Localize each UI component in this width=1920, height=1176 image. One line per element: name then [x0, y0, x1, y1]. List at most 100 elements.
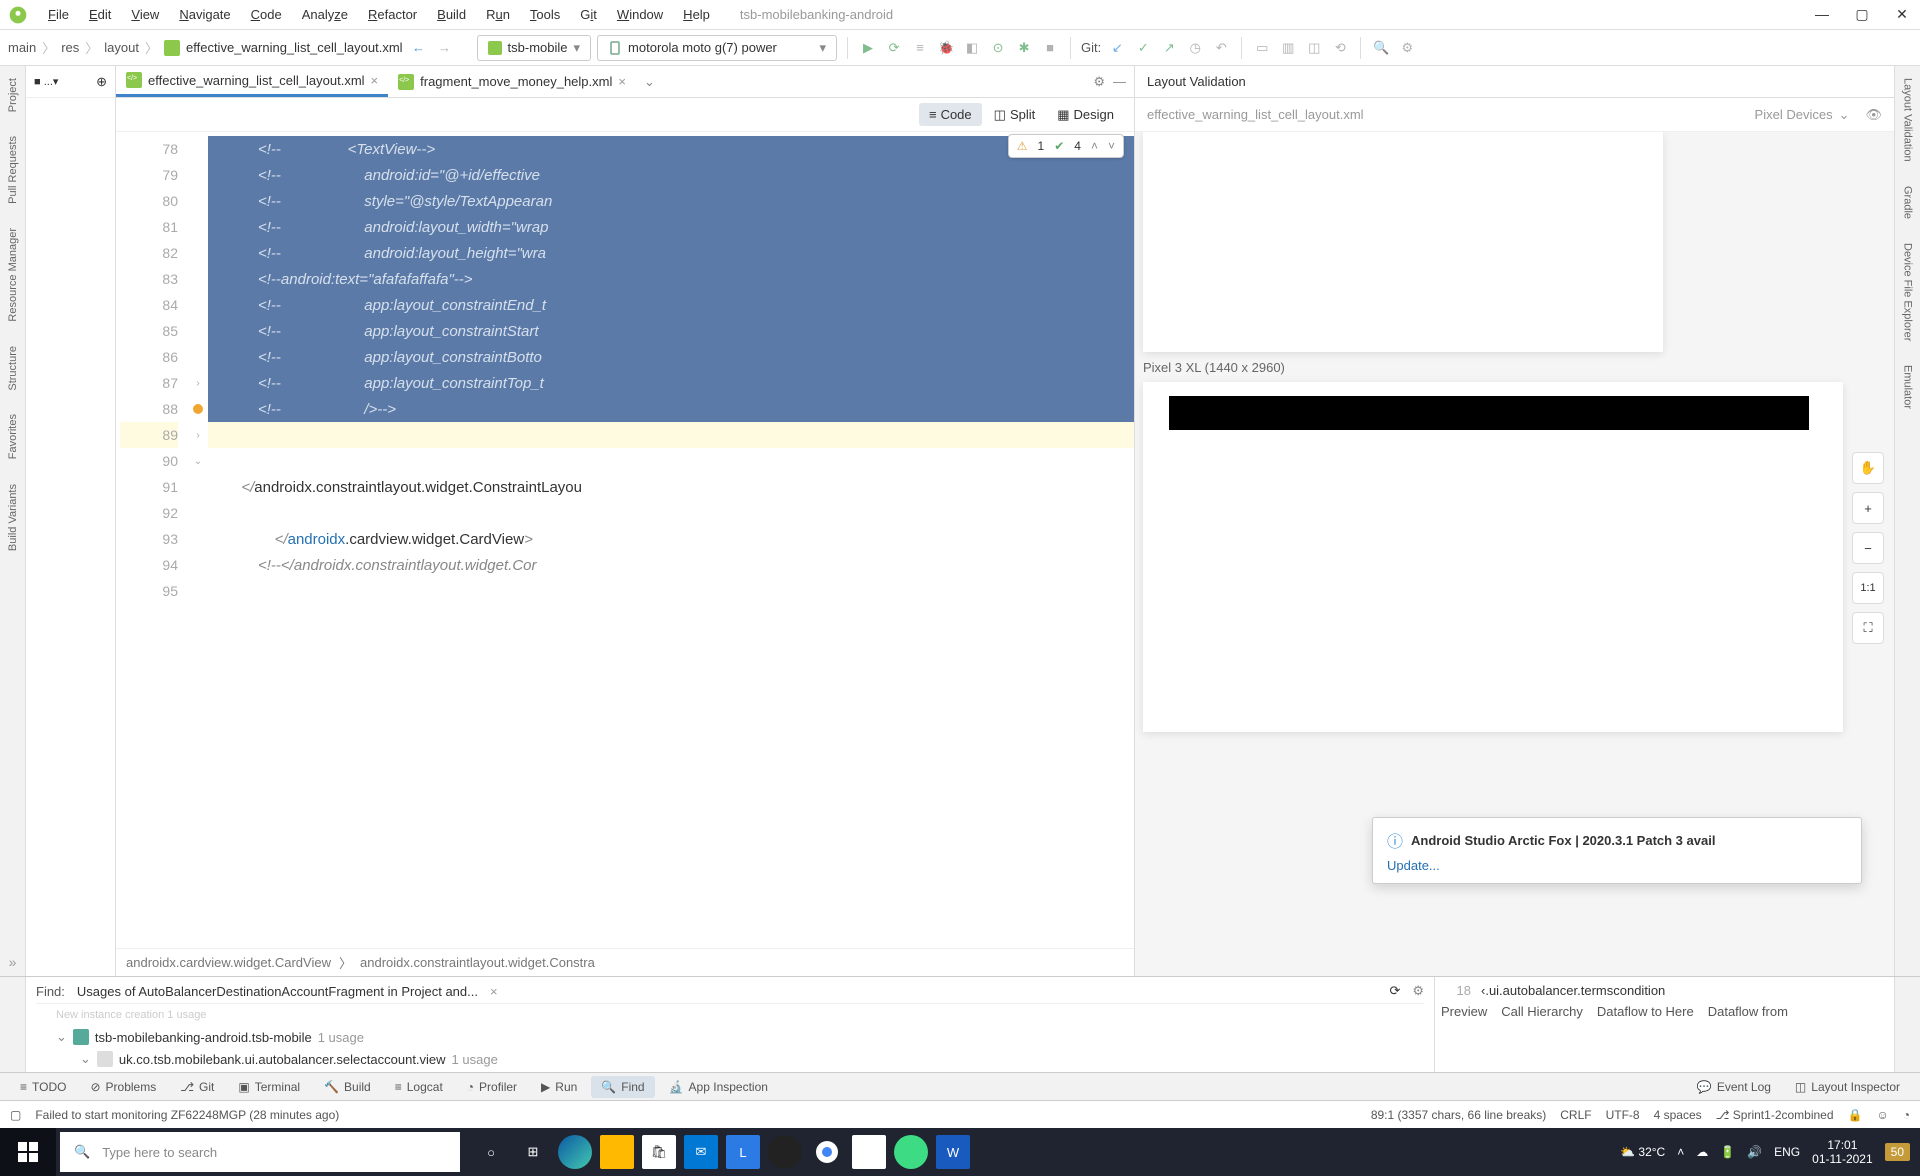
design-view-button[interactable]: ▦ Design [1047, 103, 1124, 127]
nav-forward-button[interactable]: → [435, 38, 455, 58]
git-history-button[interactable]: ◷ [1185, 38, 1205, 58]
fold-gutter[interactable]: ››⌄ [188, 132, 208, 948]
menu-edit[interactable]: Edit [79, 3, 121, 26]
explorer-icon[interactable] [600, 1135, 634, 1169]
pan-button[interactable]: ✋ [1852, 452, 1884, 484]
sdk-manager-button[interactable]: ▥ [1278, 38, 1298, 58]
cortana-icon[interactable]: ○ [474, 1135, 508, 1169]
memory-indicator[interactable]: ◔ [1903, 1108, 1910, 1122]
code-editor[interactable]: 787980818283848586878889909192939495 ››⌄… [116, 132, 1134, 948]
structure-breadcrumb[interactable]: androidx.cardview.widget.CardView 〉 andr… [116, 948, 1134, 976]
tool-pull-requests[interactable]: Pull Requests [7, 132, 19, 208]
tab-list-dropdown[interactable]: ⌄ [636, 74, 663, 90]
webex-icon[interactable] [768, 1135, 802, 1169]
search-everywhere-button[interactable]: 🔍 [1371, 38, 1391, 58]
onedrive-icon[interactable]: ☁ [1696, 1145, 1708, 1159]
inspection-widget[interactable]: ⚠1 ✔4 ˄˅ [1008, 134, 1124, 158]
menu-analyze[interactable]: Analyze [292, 3, 358, 26]
locate-file-button[interactable]: ⊕ [96, 74, 107, 90]
task-view-icon[interactable]: ⊞ [516, 1135, 550, 1169]
menu-help[interactable]: Help [673, 3, 720, 26]
apply-changes-button[interactable]: ⟳ [884, 38, 904, 58]
minimize-button[interactable]: — [1812, 6, 1832, 23]
git-commit-button[interactable]: ✓ [1133, 38, 1153, 58]
bc-layout[interactable]: layout [104, 40, 139, 55]
tool-project[interactable]: Project [7, 74, 19, 116]
weather-widget[interactable]: ⛅ 32°C [1620, 1145, 1665, 1159]
volume-icon[interactable]: 🔊 [1747, 1145, 1762, 1159]
todo-tab[interactable]: ≡ TODO [10, 1076, 76, 1098]
close-find-icon[interactable]: × [490, 984, 498, 999]
language-indicator[interactable]: ENG [1774, 1145, 1800, 1159]
run-config-dropdown[interactable]: tsb-mobile ▾ [477, 35, 592, 61]
smiley-icon[interactable]: ☺ [1876, 1108, 1888, 1122]
attach-debugger-button[interactable]: ✱ [1014, 38, 1034, 58]
store-icon[interactable]: 🛍 [642, 1135, 676, 1169]
pixel-devices-dropdown[interactable]: Pixel Devices ⌄ [1755, 107, 1850, 123]
close-window-button[interactable]: ✕ [1892, 6, 1912, 23]
preview-tab[interactable]: Preview [1441, 1004, 1487, 1019]
word-icon[interactable]: W [936, 1135, 970, 1169]
profiler-tab[interactable]: ◔ Profiler [457, 1076, 527, 1098]
lock-icon[interactable]: 🔒 [1848, 1108, 1863, 1122]
find-settings-icon[interactable]: ⚙ [1412, 983, 1424, 999]
dataflow-to-tab[interactable]: Dataflow to Here [1597, 1004, 1694, 1019]
editor-settings-icon[interactable]: ⚙ [1093, 74, 1105, 90]
git-push-button[interactable]: ↗ [1159, 38, 1179, 58]
menu-window[interactable]: Window [607, 3, 673, 26]
menu-run[interactable]: Run [476, 3, 520, 26]
device-preview-2[interactable] [1143, 382, 1843, 732]
terminal-tab[interactable]: ▣ Terminal [228, 1076, 310, 1098]
tool-build-variants[interactable]: Build Variants [7, 480, 19, 555]
battery-icon[interactable]: 🔋 [1720, 1145, 1735, 1159]
update-notification[interactable]: ⓘ Android Studio Arctic Fox | 2020.3.1 P… [1372, 817, 1862, 884]
menu-file[interactable]: File [38, 3, 79, 26]
find-tab[interactable]: 🔍 Find [591, 1076, 654, 1098]
tool-emulator[interactable]: Emulator [1902, 361, 1914, 413]
debug-actions-button[interactable]: ≡ [910, 38, 930, 58]
sync-gradle-button[interactable]: ⟲ [1330, 38, 1350, 58]
resource-manager-button[interactable]: ◫ [1304, 38, 1324, 58]
zoom-actual-button[interactable]: ⛶ [1852, 612, 1884, 644]
bc-file[interactable]: effective_warning_list_cell_layout.xml [186, 40, 403, 55]
split-view-button[interactable]: ◫ Split [984, 103, 1046, 127]
tree-file-row[interactable]: ⌄ AutoBalancerDestinationAccountFragment… [36, 1070, 1424, 1072]
tool-device-file-explorer[interactable]: Device File Explorer [1902, 239, 1914, 345]
git-branch[interactable]: ⎇ Sprint1-2combined [1716, 1108, 1834, 1122]
run-tab[interactable]: ▶ Run [531, 1076, 587, 1098]
stop-button[interactable]: ■ [1040, 38, 1060, 58]
bc-main[interactable]: main [8, 40, 36, 55]
run-button[interactable]: ▶ [858, 38, 878, 58]
menu-refactor[interactable]: Refactor [358, 3, 427, 26]
layout-inspector-tab[interactable]: ◫ Layout Inspector [1785, 1076, 1910, 1098]
editor-tab-2[interactable]: fragment_move_money_help.xml × [388, 68, 636, 96]
slack-icon[interactable]: ✱ [852, 1135, 886, 1169]
windows-search[interactable]: 🔍 Type here to search [60, 1132, 460, 1172]
coverage-button[interactable]: ◧ [962, 38, 982, 58]
build-tab[interactable]: 🔨 Build [314, 1076, 381, 1098]
zoom-in-button[interactable]: + [1852, 492, 1884, 524]
code-view-button[interactable]: ≡ Code [919, 103, 982, 126]
event-log-tab[interactable]: 💬 Event Log [1687, 1076, 1781, 1098]
menu-build[interactable]: Build [427, 3, 476, 26]
zoom-out-button[interactable]: − [1852, 532, 1884, 564]
maximize-button[interactable]: ▢ [1852, 6, 1872, 23]
tool-favorites[interactable]: Favorites [7, 410, 19, 463]
call-hierarchy-tab[interactable]: Call Hierarchy [1501, 1004, 1583, 1019]
menu-git[interactable]: Git [570, 3, 607, 26]
tool-gradle[interactable]: Gradle [1902, 182, 1914, 223]
git-tab[interactable]: ⎇ Git [170, 1076, 224, 1098]
expand-rail-button[interactable]: » [9, 954, 17, 970]
bc-res[interactable]: res [61, 40, 79, 55]
profiler-button[interactable]: ⊙ [988, 38, 1008, 58]
git-update-button[interactable]: ↙ [1107, 38, 1127, 58]
chrome-icon[interactable] [810, 1135, 844, 1169]
tool-resource-manager[interactable]: Resource Manager [7, 224, 19, 326]
close-tab-icon[interactable]: × [371, 73, 379, 88]
ide-settings-button[interactable]: ⚙ [1397, 38, 1417, 58]
tree-module-row[interactable]: ⌄ tsb-mobilebanking-android.tsb-mobile 1… [36, 1026, 1424, 1048]
editor-tab-1[interactable]: effective_warning_list_cell_layout.xml × [116, 66, 388, 97]
tool-structure[interactable]: Structure [7, 342, 19, 395]
status-icon[interactable]: ▢ [10, 1108, 21, 1122]
git-rollback-button[interactable]: ↶ [1211, 38, 1231, 58]
